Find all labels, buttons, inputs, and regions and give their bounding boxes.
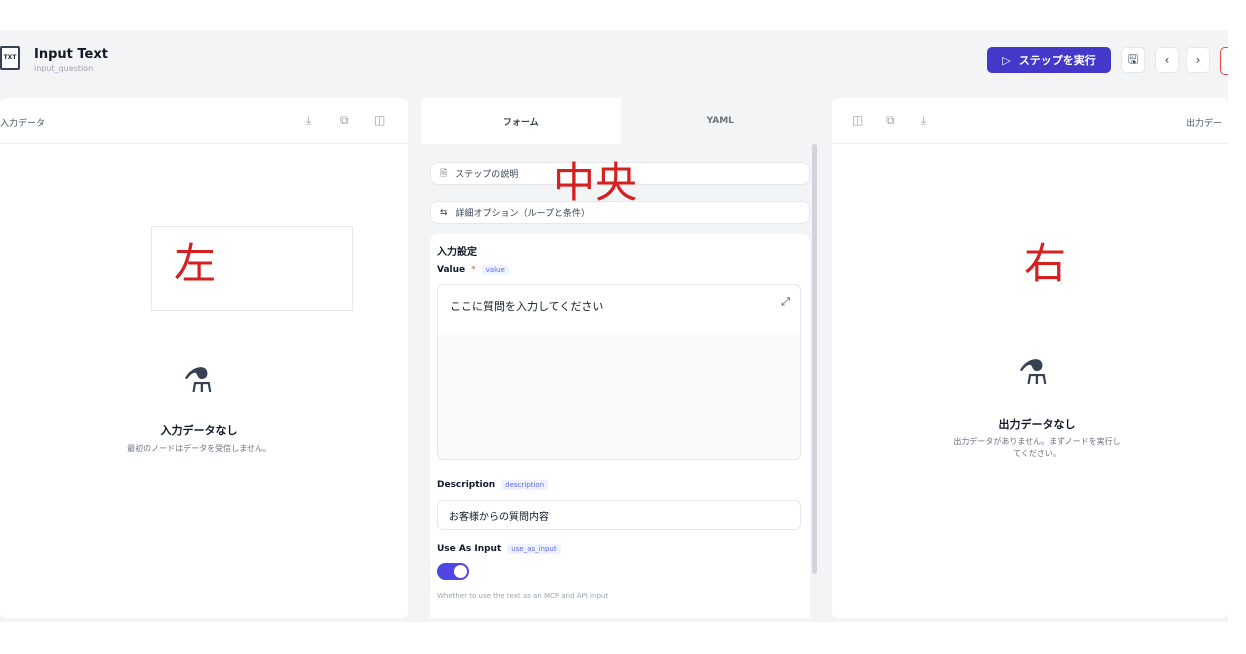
- next-step-button[interactable]: ›: [1186, 47, 1210, 73]
- panel-toggle-icon[interactable]: ◫: [852, 113, 863, 127]
- form-tabs: フォーム YAML: [421, 98, 820, 144]
- run-step-label: ステップを実行: [1018, 54, 1096, 67]
- download-icon[interactable]: ⤓: [306, 113, 311, 128]
- empty-input-title: 入力データなし: [160, 424, 238, 437]
- step-description-label: ステップの説明: [455, 170, 519, 180]
- chevron-right-icon: ›: [1195, 53, 1201, 67]
- value-textarea[interactable]: ここに質問を入力してください ⤢: [437, 284, 801, 460]
- output-panel-header: ◫ ⧉ ⤓ 出力デー: [832, 98, 1228, 144]
- download-icon[interactable]: ⤓: [921, 113, 926, 128]
- app-frame: TXT Input Text input_question ▷ ステップを実行 …: [0, 30, 1228, 622]
- node-title: Input Text: [34, 47, 108, 62]
- save-button[interactable]: 🖫: [1121, 47, 1145, 73]
- use-as-input-label-row: Use As Input use_as_input: [437, 544, 561, 554]
- empty-input-description: 最初のノードはデータを受信しません。: [127, 444, 271, 453]
- panel-toggle-icon[interactable]: ◫: [374, 113, 385, 127]
- empty-output-description-line1: 出力データがありません。まずノードを実行し: [953, 437, 1121, 446]
- required-mark: *: [471, 265, 476, 275]
- annotation-center: 中央: [553, 158, 638, 207]
- value-label-row: Value * value: [437, 265, 509, 275]
- annotation-right: 右: [1024, 239, 1067, 288]
- description-label-row: Description description: [437, 480, 549, 490]
- form-scrollbar[interactable]: [812, 144, 817, 574]
- play-icon: ▷: [1002, 53, 1011, 67]
- toggle-knob: [454, 565, 467, 578]
- node-id: input_question: [34, 64, 94, 73]
- advanced-options-label: 詳細オプション（ループと条件）: [455, 209, 591, 219]
- previous-step-button[interactable]: ‹: [1155, 47, 1179, 73]
- tab-form[interactable]: フォーム: [421, 98, 621, 144]
- run-step-button[interactable]: ▷ ステップを実行: [987, 47, 1111, 73]
- section-title: 入力設定: [437, 247, 477, 258]
- document-icon: 🗎: [440, 168, 448, 179]
- value-key-badge: value: [481, 265, 509, 275]
- text-file-icon: TXT: [0, 46, 20, 70]
- form-panel: フォーム YAML 🗎 ステップの説明 ⇆ 詳細オプション（ループと条件） 入力…: [421, 98, 820, 618]
- annotation-left: 左: [174, 239, 217, 288]
- input-panel-title: 入力データ: [0, 119, 46, 129]
- input-data-panel: 入力データ ⤓ ⧉ ◫ 左 ⚗ 入力データなし 最初のノードはデータを受信しませ…: [0, 98, 408, 618]
- use-as-input-label: Use As Input: [437, 544, 502, 554]
- settings-icon: ⇆: [440, 207, 448, 218]
- flask-off-icon: ⚗: [183, 361, 214, 401]
- copy-icon[interactable]: ⧉: [886, 113, 895, 128]
- node-header: TXT Input Text input_question ▷ ステップを実行 …: [0, 30, 1228, 90]
- use-as-input-help: Whether to use the text as an MCP and AP…: [437, 592, 609, 600]
- chevron-left-icon: ‹: [1164, 53, 1170, 67]
- description-key-badge: description: [501, 480, 549, 490]
- output-panel-title: 出力デー: [1186, 119, 1223, 129]
- value-label: Value: [437, 265, 466, 275]
- input-settings-section: 入力設定 Value * value ここに質問を入力してください ⤢ Desc…: [430, 234, 810, 618]
- copy-icon[interactable]: ⧉: [340, 113, 349, 128]
- use-as-input-toggle[interactable]: [437, 563, 469, 580]
- form-body: 🗎 ステップの説明 ⇆ 詳細オプション（ループと条件） 入力設定 Value *…: [421, 144, 820, 618]
- expand-icon[interactable]: ⤢: [781, 295, 790, 309]
- tab-yaml[interactable]: YAML: [620, 98, 820, 144]
- empty-output-description-line2: てください。: [1013, 449, 1061, 458]
- empty-output-title: 出力データなし: [998, 418, 1076, 431]
- input-panel-header: 入力データ ⤓ ⧉ ◫: [0, 98, 408, 144]
- description-label: Description: [437, 480, 496, 490]
- description-input[interactable]: お客様からの質問内容: [437, 500, 801, 530]
- use-as-input-key-badge: use_as_input: [507, 544, 561, 554]
- output-data-panel: ◫ ⧉ ⤓ 出力デー 右 ⚗ 出力データなし 出力データがありません。まずノード…: [832, 98, 1228, 618]
- flask-off-icon: ⚗: [1018, 353, 1049, 393]
- close-button[interactable]: [1220, 47, 1228, 75]
- value-text: ここに質問を入力してください: [450, 300, 604, 313]
- save-icon: 🖫: [1127, 51, 1139, 66]
